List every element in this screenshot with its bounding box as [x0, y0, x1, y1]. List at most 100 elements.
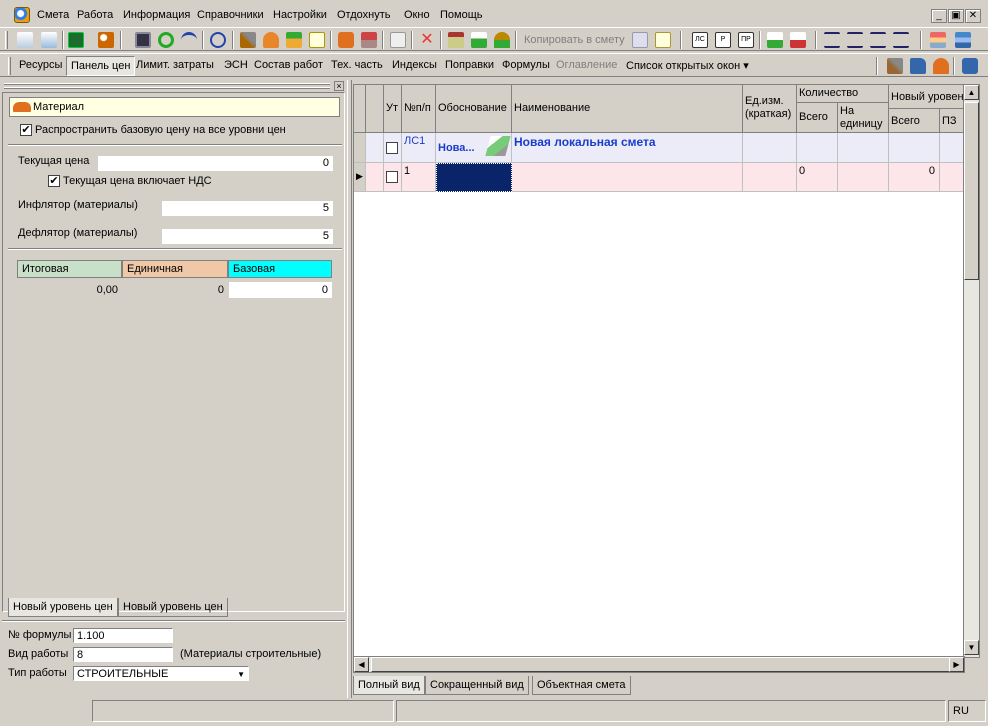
- menu-informaciya[interactable]: Информация: [123, 9, 190, 21]
- restore-button[interactable]: ▣: [948, 9, 964, 23]
- crane-icon[interactable]: [263, 32, 279, 48]
- redo-icon[interactable]: [210, 32, 226, 48]
- worker-icon[interactable]: [933, 58, 949, 74]
- tab-formuly[interactable]: Формулы: [498, 56, 554, 76]
- num-header[interactable]: №п/п: [402, 85, 436, 133]
- scroll-left-button[interactable]: ◀: [354, 657, 369, 672]
- tab-indeksy[interactable]: Индексы: [388, 56, 441, 76]
- qty-per-unit-header[interactable]: На единицу: [838, 103, 889, 133]
- menu-spravochniki[interactable]: Справочники: [197, 9, 264, 21]
- move-down-icon[interactable]: [893, 32, 909, 48]
- truck-icon[interactable]: [910, 58, 926, 74]
- machine-icon[interactable]: [962, 58, 978, 74]
- menu-rabota[interactable]: Работа: [77, 9, 113, 21]
- quantity-header[interactable]: Количество: [797, 85, 889, 103]
- qty-per-unit-cell[interactable]: [838, 163, 889, 192]
- copy-icon[interactable]: [632, 32, 648, 48]
- app-icon[interactable]: [14, 7, 30, 23]
- outdent-icon[interactable]: [847, 32, 863, 48]
- row-checkbox[interactable]: [386, 142, 398, 154]
- num-cell[interactable]: ЛС1: [402, 133, 436, 163]
- unit-cell[interactable]: [743, 163, 797, 192]
- hammer-icon[interactable]: [887, 58, 903, 74]
- stack-icon[interactable]: [361, 32, 377, 48]
- pr-icon[interactable]: ПР: [738, 32, 754, 48]
- tab-resursy[interactable]: Ресурсы: [15, 56, 66, 76]
- qty-total-cell[interactable]: 0: [797, 163, 838, 192]
- ut-cell[interactable]: [384, 133, 402, 163]
- formula-no-input[interactable]: 1.100: [73, 628, 173, 643]
- delete-icon[interactable]: ✕: [419, 32, 435, 48]
- paste-icon[interactable]: [655, 32, 671, 48]
- new-total-cell[interactable]: [889, 133, 940, 163]
- work-kind-select[interactable]: СТРОИТЕЛЬНЫЕ ▼: [73, 666, 249, 681]
- new-estimate-icon[interactable]: [17, 32, 33, 48]
- scroll-thumb[interactable]: [964, 102, 979, 280]
- unmark-icon[interactable]: [790, 32, 806, 48]
- num-cell[interactable]: 1: [402, 163, 436, 192]
- table-row[interactable]: ЛС1 Нова... Новая локальная смета: [354, 133, 964, 163]
- scroll-up-button[interactable]: ▲: [964, 85, 979, 100]
- tab-oglavlenie[interactable]: Оглавление: [552, 56, 621, 76]
- minimize-button[interactable]: _: [931, 9, 947, 23]
- qty-total-header[interactable]: Всего: [797, 103, 838, 133]
- inflator-input[interactable]: 5: [162, 201, 333, 216]
- import-icon[interactable]: [41, 32, 57, 48]
- basis-header[interactable]: Обоснование: [436, 85, 512, 133]
- vat-checkbox[interactable]: ✔: [48, 175, 60, 187]
- hscroll-thumb[interactable]: [371, 657, 951, 672]
- basis-cell[interactable]: Нова...: [436, 133, 512, 163]
- tab-object-estimate[interactable]: Объектная смета: [532, 676, 631, 695]
- toolbar-grip[interactable]: [5, 31, 8, 49]
- vertical-scrollbar[interactable]: ▲ ▼: [963, 84, 980, 658]
- undo-icon[interactable]: [181, 32, 197, 48]
- scroll-right-button[interactable]: ▶: [949, 657, 964, 672]
- pz-cell[interactable]: [940, 163, 964, 192]
- splitter[interactable]: [347, 80, 352, 698]
- edit-icon[interactable]: [390, 32, 406, 48]
- horizontal-scrollbar[interactable]: ◀ ▶: [353, 656, 965, 673]
- name-header[interactable]: Наименование: [512, 85, 743, 133]
- tools-icon[interactable]: [240, 32, 256, 48]
- spread-price-checkbox[interactable]: ✔: [20, 124, 32, 136]
- toolbar-grip[interactable]: [8, 57, 11, 75]
- tab-popravki[interactable]: Поправки: [441, 56, 498, 76]
- bricks-icon[interactable]: [338, 32, 354, 48]
- ut-header[interactable]: Ут: [384, 85, 402, 133]
- add-icon[interactable]: [471, 32, 487, 48]
- scroll-down-button[interactable]: ▼: [964, 640, 979, 655]
- menu-okno[interactable]: Окно: [404, 9, 430, 21]
- resources-icon[interactable]: [286, 32, 302, 48]
- tab-panel-cen[interactable]: Панель цен: [66, 56, 136, 76]
- name-cell[interactable]: [512, 163, 743, 192]
- work-type-input[interactable]: 8: [73, 647, 173, 662]
- menu-otdohnut[interactable]: Отдохнуть: [337, 9, 391, 21]
- unit-cell[interactable]: [743, 133, 797, 163]
- ut-cell[interactable]: [384, 163, 402, 192]
- tab-full-view[interactable]: Полный вид: [353, 676, 425, 695]
- unit-header[interactable]: Ед.изм. (краткая): [743, 85, 797, 133]
- price-level-tab-1[interactable]: Новый уровень цен: [8, 598, 118, 617]
- books-icon[interactable]: [930, 32, 946, 48]
- save-icon[interactable]: [135, 32, 151, 48]
- tab-sostav-rabot[interactable]: Состав работ: [250, 56, 327, 76]
- deflator-input[interactable]: 5: [162, 229, 333, 244]
- indent-icon[interactable]: [824, 32, 840, 48]
- name-cell[interactable]: Новая локальная смета: [512, 133, 743, 163]
- mark-icon[interactable]: [767, 32, 783, 48]
- tab-short-view[interactable]: Сокращенный вид: [425, 676, 529, 695]
- copy-to-estimate-button[interactable]: Копировать в смету: [524, 34, 625, 46]
- price-level-tab-2[interactable]: Новый уровень цен: [118, 598, 228, 617]
- tab-limit-zatraty[interactable]: Лимит. затраты: [132, 56, 218, 76]
- new-total-header[interactable]: Всего: [889, 109, 940, 133]
- new-total-cell[interactable]: 0: [889, 163, 940, 192]
- bazovaya-value[interactable]: 0: [229, 282, 332, 298]
- qty-per-unit-cell[interactable]: [838, 133, 889, 163]
- tree-icon[interactable]: [448, 32, 464, 48]
- chevron-down-icon[interactable]: ▼: [237, 667, 245, 682]
- current-price-input[interactable]: 0: [98, 156, 333, 171]
- excel-icon[interactable]: [68, 32, 84, 48]
- refresh-icon[interactable]: [158, 32, 174, 48]
- menu-nastroiki[interactable]: Настройки: [273, 9, 327, 21]
- qty-total-cell[interactable]: [797, 133, 838, 163]
